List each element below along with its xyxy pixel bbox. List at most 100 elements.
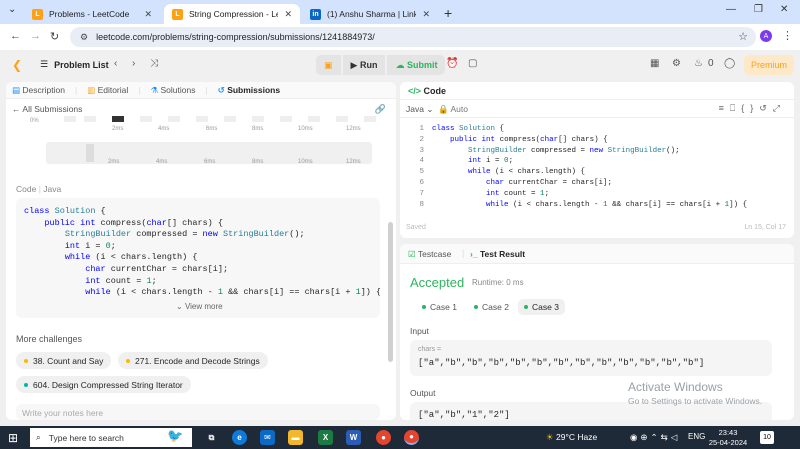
- submit-button[interactable]: ☁ Submit: [387, 55, 446, 75]
- challenge-chip-compressed-iterator[interactable]: 604. Design Compressed String Iterator: [16, 376, 191, 393]
- browser-tab-string-compression[interactable]: L String Compression - LeetCode ✕: [164, 4, 300, 24]
- search-highlight-icon[interactable]: 🐦: [167, 428, 183, 443]
- weather-widget[interactable]: ☀ 29°C Haze: [546, 432, 597, 443]
- minimize-icon[interactable]: —: [726, 4, 736, 15]
- tab-editorial[interactable]: ▥ Editorial: [87, 85, 128, 96]
- save-status: Saved: [406, 224, 426, 231]
- code-panel-title: </> Code: [408, 86, 447, 96]
- tab-submissions[interactable]: ↺ Submissions: [218, 85, 280, 96]
- chart-percent-label: 0%: [30, 118, 39, 124]
- new-tab-icon[interactable]: +: [444, 5, 452, 21]
- browser-tab-problems[interactable]: L Problems - LeetCode ✕: [24, 4, 160, 24]
- notification-center-icon[interactable]: 10: [760, 431, 774, 444]
- browser-tab-linkedin[interactable]: in (1) Anshu Sharma | LinkedIn ✕: [302, 4, 438, 24]
- prev-problem-icon[interactable]: ‹: [114, 58, 117, 69]
- tab-testcase[interactable]: ☑ Testcase: [408, 249, 451, 260]
- flask-icon: ⚗: [150, 84, 159, 95]
- notes-icon[interactable]: ▢: [468, 58, 477, 69]
- code-brackets-icon: </>: [408, 86, 422, 96]
- output-label: Output: [410, 388, 436, 398]
- chrome-active-icon[interactable]: ●: [404, 430, 419, 445]
- input-value: ["a","b","b","b","b","b","b","b","b","b"…: [418, 358, 705, 368]
- problem-list-button[interactable]: ☰ Problem List: [40, 59, 109, 70]
- weather-sun-icon: ☀: [546, 432, 554, 442]
- leetcode-logo-icon[interactable]: ❮: [12, 58, 22, 72]
- edge-browser-icon[interactable]: e: [232, 430, 247, 445]
- challenge-chip-encode-decode[interactable]: 271. Encode and Decode Strings: [118, 352, 268, 369]
- auto-mode-toggle[interactable]: 🔒 Auto: [438, 104, 468, 115]
- word-icon[interactable]: W: [346, 430, 361, 445]
- case-tab-2[interactable]: Case 2: [468, 299, 515, 315]
- restore-icon[interactable]: ❐: [754, 4, 763, 15]
- close-tab-icon[interactable]: ✕: [144, 9, 152, 20]
- url-text: leetcode.com/problems/string-compression…: [96, 32, 375, 42]
- close-tab-icon[interactable]: ✕: [284, 9, 292, 20]
- case-tab-3[interactable]: Case 3: [518, 299, 565, 315]
- layout-icon[interactable]: ▦: [650, 58, 659, 69]
- share-link-icon[interactable]: 🔗: [375, 104, 386, 115]
- axis-tick: 10ms: [298, 126, 313, 132]
- passed-dot-icon: [474, 305, 478, 309]
- language-select[interactable]: Java ⌄: [406, 104, 433, 115]
- all-submissions-link[interactable]: ← All Submissions: [12, 104, 82, 114]
- leetcode-favicon-icon: L: [32, 8, 43, 20]
- excel-icon[interactable]: X: [318, 430, 333, 445]
- checkbox-icon: ☑: [408, 249, 416, 259]
- case-tab-1[interactable]: Case 1: [416, 299, 463, 315]
- code-editor[interactable]: class Solution { public int compress(cha…: [432, 124, 788, 212]
- bookmark-icon[interactable]: ⎕: [730, 103, 741, 113]
- settings-gear-icon[interactable]: ⚙: [672, 58, 681, 69]
- chrome-icon[interactable]: ●: [376, 430, 391, 445]
- fullscreen-icon[interactable]: ⤢: [773, 103, 786, 113]
- language-indicator[interactable]: ENG: [688, 432, 705, 441]
- output-value: ["a","b","1","2"]: [418, 410, 510, 420]
- profile-avatar[interactable]: A: [760, 30, 772, 42]
- back-icon[interactable]: ←: [10, 30, 21, 42]
- next-problem-icon[interactable]: ›: [132, 58, 135, 69]
- windows-start-icon[interactable]: ⊞: [8, 431, 18, 445]
- chevron-down-icon: ⌄: [176, 302, 183, 311]
- url-omnibox[interactable]: ⚙ leetcode.com/problems/string-compressi…: [70, 27, 756, 47]
- user-avatar-icon[interactable]: ◯: [724, 58, 735, 69]
- premium-button[interactable]: Premium: [744, 55, 794, 75]
- streak-fire-icon[interactable]: ♨: [694, 58, 703, 69]
- view-more-button[interactable]: ⌄ View more: [176, 302, 223, 311]
- leetcode-top-nav: ❮ ☰ Problem List ‹ › ⤨ ▣ ▶ Run ☁ Submit …: [0, 50, 800, 80]
- system-clock[interactable]: 23:43 25-04-2024: [706, 428, 750, 448]
- tab-description[interactable]: ▤ Description: [12, 85, 65, 96]
- tab-solutions[interactable]: ⚗ Solutions: [151, 85, 196, 96]
- reset-icon[interactable]: ↺: [759, 103, 773, 113]
- left-panel-scrollbar[interactable]: [388, 222, 393, 362]
- address-bar-row: ← → ↻ ⚙ leetcode.com/problems/string-com…: [0, 24, 800, 50]
- lock-button[interactable]: ▣: [316, 55, 341, 75]
- tab-search-icon[interactable]: ⌄: [8, 4, 16, 15]
- editor-toolbar: Java ⌄ 🔒 Auto ≡⎕{}↺⤢: [400, 99, 794, 118]
- difficulty-dot-icon: [126, 358, 130, 363]
- close-tab-icon[interactable]: ✕: [422, 9, 430, 20]
- browser-tab-strip: ⌄ L Problems - LeetCode ✕ L String Compr…: [0, 0, 800, 24]
- runtime-distribution-chart: 0% 2ms 4ms 6ms 8ms 10ms 12ms 2ms 4ms 6ms…: [16, 116, 380, 176]
- system-tray-icons[interactable]: ◉⊕⌃⇆◁: [630, 432, 680, 443]
- tab-test-result[interactable]: ›_ Test Result: [470, 249, 525, 259]
- reload-icon[interactable]: ↻: [50, 30, 59, 43]
- timer-icon[interactable]: ⏰: [446, 58, 458, 69]
- shuffle-icon[interactable]: ⤨: [150, 58, 158, 69]
- format-icon[interactable]: ≡: [719, 103, 730, 113]
- task-view-icon[interactable]: ⧉: [204, 430, 219, 445]
- notes-input[interactable]: Write your notes here: [16, 404, 380, 420]
- file-explorer-icon[interactable]: ▬: [288, 430, 303, 445]
- braces-icon[interactable]: {}: [741, 103, 759, 113]
- bookmark-star-icon[interactable]: ☆: [738, 30, 748, 43]
- forward-icon[interactable]: →: [30, 30, 41, 42]
- difficulty-dot-icon: [24, 382, 28, 387]
- axis-tick: 6ms: [206, 126, 218, 132]
- mail-icon[interactable]: ✉: [260, 430, 275, 445]
- browser-menu-icon[interactable]: ⋮: [782, 29, 793, 42]
- run-button[interactable]: ▶ Run: [342, 55, 386, 75]
- site-info-icon[interactable]: ⚙: [80, 32, 88, 43]
- streak-count: 0: [708, 58, 714, 69]
- passed-dot-icon: [422, 305, 426, 309]
- close-window-icon[interactable]: ✕: [780, 4, 788, 15]
- challenge-chip-count-and-say[interactable]: 38. Count and Say: [16, 352, 112, 369]
- passed-dot-icon: [524, 305, 528, 309]
